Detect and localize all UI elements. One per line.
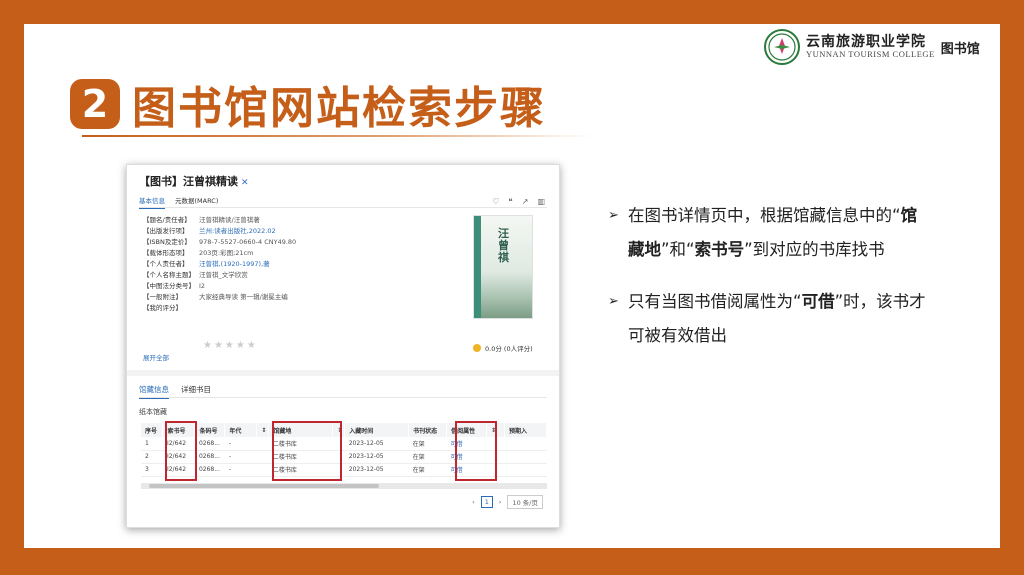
- paper-holdings-label: 纸本馆藏: [139, 408, 167, 416]
- meta-row: 【个人名称主题】 汪曾祺_文学欣赏: [143, 271, 248, 279]
- prev-page-icon[interactable]: ‹: [472, 498, 475, 506]
- meta-row: 【中图法分类号】 I2: [143, 282, 206, 290]
- college-name-en: YUNNAN TOURISM COLLEGE: [806, 49, 935, 60]
- book-title: 【图书】汪曾祺精读 ✕: [139, 175, 249, 188]
- sort-icon: ⇕: [256, 423, 270, 437]
- bullet-list: ➢ 在图书详情页中，根据馆藏信息中的“馆藏地”和“索书号”到对应的书库找书 ➢ …: [608, 199, 928, 353]
- title-underline: [82, 135, 592, 137]
- tag-icon: ✕: [241, 178, 249, 188]
- expand-all-link[interactable]: 展开全部: [143, 352, 169, 362]
- library-detail-screenshot: 【图书】汪曾祺精读 ✕ 基本信息 元数据(MARC) ♡ ❝ ↗ ▥ 【题名/责任…: [126, 164, 560, 528]
- barcode-icon[interactable]: ▥: [537, 197, 545, 206]
- meta-row: 【我的评分】: [143, 304, 182, 312]
- step-number-badge: 2: [70, 79, 120, 129]
- next-page-icon[interactable]: ›: [499, 498, 502, 506]
- book-cover: 汪曾祺: [473, 215, 533, 319]
- book-metadata: 【题名/责任者】 汪曾祺精读/汪曾祺著 【出版发行项】 兰州:读者出版社,2022.…: [143, 215, 443, 314]
- page-size-select[interactable]: 10 条/页: [507, 495, 543, 509]
- bullet-item: ➢ 只有当图书借阅属性为“可借”时，该书才可被有效借出: [608, 285, 928, 353]
- share-icon[interactable]: ↗: [522, 197, 529, 206]
- meta-row: 【一般附注】 大家经典导读 第一辑/谢冕主编: [143, 293, 288, 301]
- rating-star-icon: [473, 344, 481, 352]
- callnumber-highlight: [165, 421, 197, 481]
- meta-row: 【载体形态项】 203页:彩图;21cm: [143, 249, 254, 257]
- borrow-attr-highlight: [455, 421, 497, 481]
- meta-row: 【ISBN及定价】 978-7-5527-0660-4 CNY49.80: [143, 238, 297, 246]
- pagination: ‹ 1 › 10 条/页: [472, 495, 543, 509]
- college-emblem-icon: [764, 29, 800, 65]
- action-icons: ♡ ❝ ↗ ▥: [492, 197, 545, 206]
- library-label: 图书馆: [940, 41, 980, 57]
- meta-row: 【题名/责任者】 汪曾祺精读/汪曾祺著: [143, 216, 260, 224]
- cover-title: 汪曾祺: [498, 227, 509, 264]
- meta-row: 【出版发行项】 兰州:读者出版社,2022.02: [143, 227, 276, 235]
- slide: 云南旅游职业学院 YUNNAN TOURISM COLLEGE 图书馆 2 图书…: [24, 24, 1000, 548]
- page-number[interactable]: 1: [480, 496, 493, 508]
- slide-title: 图书馆网站检索步骤: [132, 83, 546, 134]
- rating-summary: 0.0分 (0人评分): [473, 343, 533, 353]
- bullet-item: ➢ 在图书详情页中，根据馆藏信息中的“馆藏地”和“索书号”到对应的书库找书: [608, 199, 928, 267]
- arrow-bullet-icon: ➢: [608, 294, 619, 309]
- rating-stars[interactable]: ★★★★★: [203, 340, 258, 351]
- college-name-cn: 云南旅游职业学院: [806, 33, 926, 50]
- table-horizontal-scrollbar[interactable]: [141, 483, 547, 489]
- favorite-icon[interactable]: ♡: [492, 197, 499, 206]
- location-highlight: [272, 421, 342, 481]
- quote-icon[interactable]: ❝: [508, 197, 512, 206]
- slide-heading: 2 图书馆网站检索步骤: [70, 72, 546, 136]
- college-logo: 云南旅游职业学院 YUNNAN TOURISM COLLEGE 图书馆: [764, 28, 996, 66]
- meta-row: 【个人责任者】 汪曾祺,(1920-1997),著: [143, 260, 270, 268]
- arrow-bullet-icon: ➢: [608, 208, 619, 223]
